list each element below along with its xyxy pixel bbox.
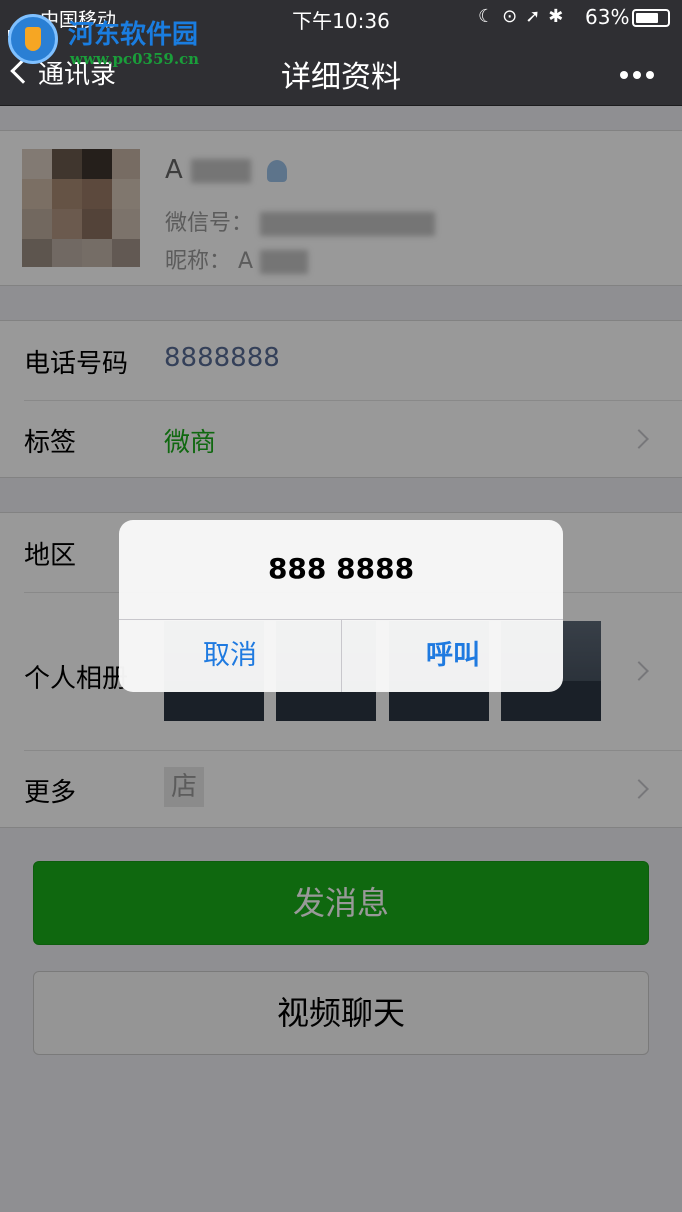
call-alert-dialog: 888 8888 取消 呼叫 (119, 520, 563, 692)
battery-icon (632, 9, 670, 27)
call-button[interactable]: 呼叫 (342, 619, 563, 692)
watermark-logo-icon (8, 14, 58, 64)
more-dots-icon (620, 71, 628, 79)
more-options-button[interactable] (620, 64, 659, 83)
watermark-url: www.pc0359.cn (70, 50, 200, 68)
status-icons: ☾⊙➚✱ (478, 6, 572, 27)
alert-phone-number: 888 8888 (267, 552, 415, 585)
battery-percent: 63% (585, 5, 630, 29)
watermark-title: 河东软件园 (68, 20, 199, 50)
watermark: 河东软件园 www.pc0359.cn (8, 8, 208, 68)
cancel-button[interactable]: 取消 (119, 619, 341, 692)
